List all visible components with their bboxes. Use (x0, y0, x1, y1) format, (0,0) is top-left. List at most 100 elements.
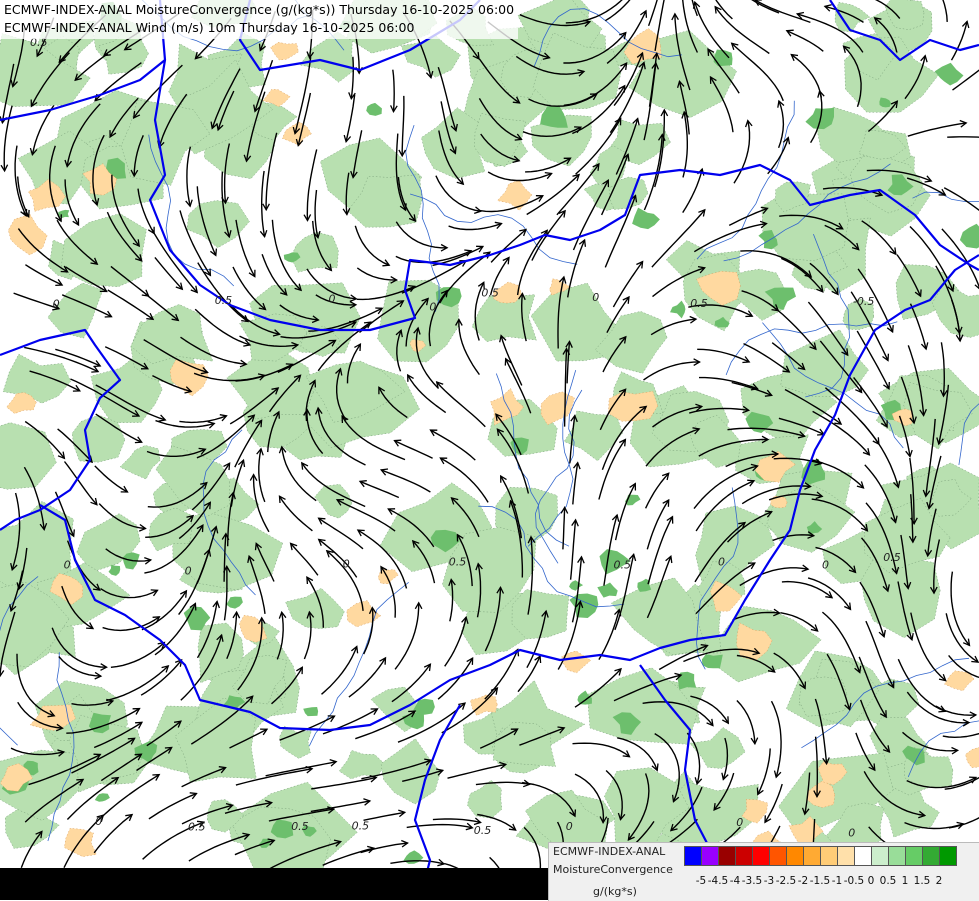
contour-label: 0 (64, 558, 71, 571)
legend-tick-label: -4 (730, 875, 740, 887)
legend-tick-labels: -5-4.5-4-3.5-3-2.5-2-1.5-1-0.500.511.52 (689, 875, 979, 889)
streamline (742, 0, 779, 13)
streamline (605, 0, 636, 21)
streamline (908, 123, 966, 136)
strong-convergence-patch (632, 208, 660, 230)
divergence-patch (497, 180, 531, 210)
streamline (943, 724, 979, 737)
legend-tick-label: 2 (936, 875, 943, 887)
streamline (149, 794, 197, 819)
streamline (617, 738, 657, 771)
strong-convergence-patch (960, 224, 979, 249)
streamline (360, 481, 399, 497)
streamline (697, 349, 749, 362)
streamline (490, 857, 509, 868)
contour-label: 0 (343, 558, 350, 571)
contour-label: 0 (429, 301, 436, 314)
contour-label: 0 (822, 559, 829, 572)
streamline (485, 650, 518, 700)
legend-tick-label: -4.5 (708, 875, 729, 887)
streamline (155, 257, 182, 289)
streamline (364, 812, 405, 820)
legend-tick-label: 0.5 (880, 875, 897, 887)
strong-convergence-patch (109, 565, 121, 576)
streamline (779, 101, 784, 148)
streamline (319, 539, 357, 577)
contour-label: 0.5 (291, 820, 309, 833)
contour-label: 0.5 (215, 294, 233, 307)
streamline (729, 208, 767, 225)
streamline (449, 224, 502, 230)
streamline (772, 701, 782, 777)
streamline (573, 743, 630, 757)
legend-tick-label: 0 (868, 875, 875, 887)
streamline (141, 660, 182, 695)
strong-convergence-patch (569, 580, 583, 591)
streamline (737, 701, 755, 744)
streamline (295, 57, 311, 133)
legend-swatch (837, 846, 855, 866)
contour-label: 0 (718, 556, 725, 569)
streamline (947, 137, 979, 138)
streamline (448, 764, 506, 778)
contour-label: 0.5 (690, 297, 708, 310)
streamline (315, 190, 318, 238)
legend-swatch (854, 846, 872, 866)
legend-swatch (752, 846, 770, 866)
strong-convergence-patch (670, 301, 685, 319)
streamline (322, 647, 357, 695)
strong-convergence-patch (935, 63, 964, 86)
strong-convergence-patch (597, 583, 617, 598)
contour-label: 0 (566, 820, 573, 833)
legend-swatch (684, 846, 702, 866)
map-title: ECMWF-INDEX-ANAL MoistureConvergence (g/… (0, 0, 518, 39)
legend-tick-label: -2 (798, 875, 808, 887)
streamline (571, 520, 576, 580)
streamline (4, 106, 12, 171)
streamline (395, 441, 433, 459)
contour-label: 0 (95, 815, 102, 828)
streamline (599, 610, 619, 660)
legend-tick-label: -1 (832, 875, 842, 887)
strong-convergence-patch (226, 597, 243, 609)
strong-convergence-patch (702, 654, 723, 668)
streamline (648, 517, 673, 585)
streamline (787, 31, 824, 52)
legend-swatches (684, 846, 956, 866)
streamline (563, 507, 565, 549)
legend-tick-label: -1.5 (810, 875, 831, 887)
legend-tick-label: -2.5 (776, 875, 797, 887)
streamline (647, 500, 668, 549)
streamline (791, 55, 821, 98)
streamline (402, 96, 404, 156)
divergence-patch (966, 747, 979, 768)
streamline (187, 147, 191, 207)
legend-parameter: MoistureConvergence (553, 863, 673, 877)
streamline (381, 470, 430, 492)
divergence-patch (64, 828, 96, 856)
streamline (683, 112, 687, 177)
strong-convergence-patch (366, 103, 382, 116)
divergence-patch (271, 42, 299, 60)
streamline (437, 382, 486, 427)
contour-label: 0.5 (474, 824, 492, 837)
weather-map: 0.5000.50.50000.50000.5000.5-0.5000.50.5… (0, 0, 979, 868)
streamline (198, 263, 248, 322)
streamline (337, 500, 395, 531)
legend-swatch (769, 846, 787, 866)
convergence-patch (381, 739, 440, 805)
streamline (715, 7, 769, 54)
color-legend: ECMWF-INDEX-ANAL MoistureConvergence g/(… (548, 842, 979, 901)
streamline (857, 331, 889, 389)
streamline (280, 496, 313, 531)
streamline (758, 748, 770, 794)
streamline (266, 762, 337, 776)
legend-unit: g/(kg*s) (593, 885, 637, 899)
streamline (179, 416, 226, 423)
streamline (683, 169, 703, 213)
contour-label: 0 (736, 816, 743, 829)
convergence-patch (467, 780, 502, 818)
moisture-convergence-fills (0, 0, 979, 868)
streamline (646, 473, 669, 508)
streamline (355, 226, 389, 265)
